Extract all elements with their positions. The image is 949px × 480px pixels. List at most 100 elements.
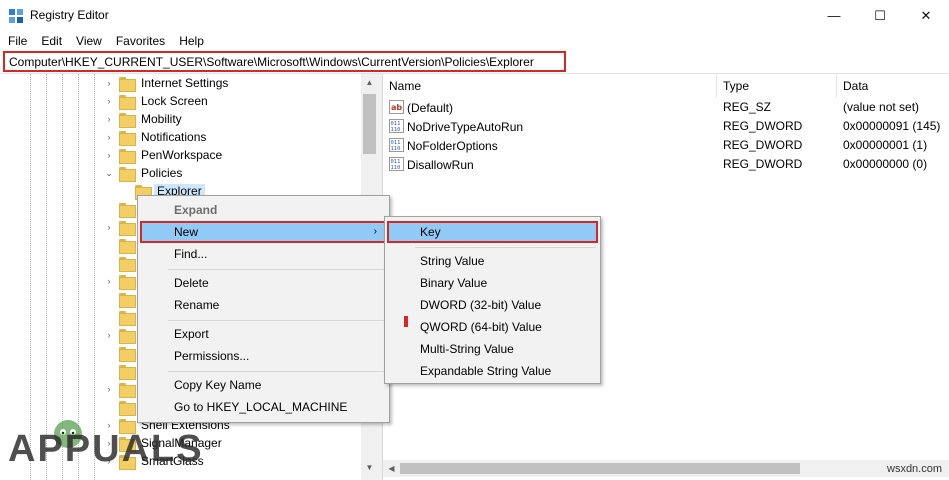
chevron-right-icon[interactable]: › [104,330,114,340]
watermark-logo-text: APPUALS [8,428,204,470]
window-title: Registry Editor [30,8,109,22]
folder-icon [119,130,136,146]
value-data: 0x00000091 (145) [843,119,941,133]
value-type: REG_DWORD [723,138,803,152]
chevron-right-icon[interactable]: › [104,276,114,286]
folder-icon [119,256,136,272]
scroll-left-arrow-icon[interactable]: ◀ [383,460,400,477]
column-header-type[interactable]: Type [717,74,837,98]
menu-item-expand[interactable]: Expand [140,199,387,221]
menu-item-new[interactable]: New › [140,221,387,243]
list-row[interactable]: ab (Default) REG_SZ (value not set) [383,98,949,117]
tree-item-hidden[interactable] [104,362,138,380]
tree-item-hidden[interactable] [104,308,138,326]
submenu-item-binary-value[interactable]: Binary Value [387,272,598,294]
tree-item-mobility[interactable]: › Mobility [104,110,185,128]
folder-icon [119,238,136,254]
folder-icon [119,112,136,128]
folder-icon [119,292,136,308]
scrollbar-thumb[interactable] [363,94,376,154]
menu-item-delete[interactable]: Delete [140,272,387,294]
tree-item-policies[interactable]: ⌄ Policies [104,164,185,182]
submenu-item-string-value[interactable]: String Value [387,250,598,272]
value-type: REG_DWORD [723,157,803,171]
watermark-site-text: wsxdn.com [887,463,943,475]
list-row[interactable]: 011 110 DisallowRun REG_DWORD 0x00000000… [383,155,949,174]
tree-item-hidden[interactable]: › [104,326,138,344]
folder-icon [119,328,136,344]
tree-item-hidden[interactable]: › [104,272,138,290]
submenu-item-multi-string-value[interactable]: Multi-String Value [387,338,598,360]
menu-separator [415,247,596,248]
value-data: 0x00000001 (1) [843,138,928,152]
address-bar[interactable]: Computer\HKEY_CURRENT_USER\Software\Micr… [3,51,566,72]
column-header-name[interactable]: Name [383,74,717,98]
menu-edit[interactable]: Edit [35,34,68,48]
tree-item-hidden[interactable] [104,344,138,362]
chevron-right-icon[interactable]: › [104,132,114,142]
tree-item-penworkspace[interactable]: › PenWorkspace [104,146,225,164]
tree-item-label: Lock Screen [141,94,208,108]
annotation-mark [404,316,408,327]
menu-item-label: New [174,225,199,239]
tree-item-label: Internet Settings [141,76,229,90]
value-type: REG_SZ [723,100,772,114]
tree-item-label: Policies [141,166,183,180]
tree-item-hidden[interactable] [104,236,138,254]
tree-item-internet-settings[interactable]: › Internet Settings [104,74,231,92]
tree-item-hidden[interactable] [104,200,138,218]
svg-text:110: 110 [391,127,401,133]
value-name-cell: ab (Default) [389,100,453,115]
chevron-right-icon[interactable]: › [104,78,114,88]
list-row[interactable]: 011 110 NoFolderOptions REG_DWORD 0x0000… [383,136,949,155]
svg-text:110: 110 [391,165,401,171]
menu-separator [168,371,385,372]
folder-icon [119,76,136,92]
value-name: DisallowRun [407,158,474,172]
chevron-right-icon[interactable]: › [104,150,114,160]
value-data: 0x00000000 (0) [843,157,928,171]
chevron-right-icon[interactable]: › [104,96,114,106]
tree-item-lock-screen[interactable]: › Lock Screen [104,92,211,110]
close-button[interactable]: ✕ [903,0,949,31]
chevron-right-icon[interactable]: › [104,384,114,394]
chevron-right-icon[interactable]: › [104,114,114,124]
context-menu: Expand New › Find... Delete Rename Expor… [137,195,390,423]
submenu-item-expandable-string-value[interactable]: Expandable String Value [387,360,598,382]
maximize-button[interactable]: ☐ [857,0,903,31]
binary-value-icon: 011 110 [389,119,404,133]
binary-value-icon: 011 110 [389,157,404,171]
list-row[interactable]: 011 110 NoDriveTypeAutoRun REG_DWORD 0x0… [383,117,949,136]
submenu-item-dword-value[interactable]: DWORD (32-bit) Value [387,294,598,316]
tree-item-notifications[interactable]: › Notifications [104,128,209,146]
menu-bar: File Edit View Favorites Help [0,31,949,51]
submenu-item-key[interactable]: Key [387,221,598,243]
submenu-item-qword-value[interactable]: QWORD (64-bit) Value [387,316,598,338]
minimize-button[interactable]: — [811,0,857,31]
scrollbar-thumb[interactable] [400,463,800,474]
scroll-down-arrow-icon[interactable]: ▼ [361,459,378,476]
menu-item-copy-key-name[interactable]: Copy Key Name [140,374,387,396]
menu-item-permissions[interactable]: Permissions... [140,345,387,367]
menu-help[interactable]: Help [173,34,210,48]
new-submenu: Key String Value Binary Value DWORD (32-… [384,216,601,384]
tree-item-hidden[interactable] [104,254,138,272]
menu-item-export[interactable]: Export [140,323,387,345]
chevron-right-icon[interactable]: › [104,222,114,232]
column-header-data[interactable]: Data [837,74,949,98]
value-name: NoDriveTypeAutoRun [407,120,524,134]
tree-item-hidden[interactable]: › [104,380,138,398]
list-horizontal-scrollbar[interactable]: ◀ [383,460,949,477]
menu-separator [168,269,385,270]
menu-file[interactable]: File [2,34,33,48]
value-name-cell: 011 110 NoDriveTypeAutoRun [389,119,523,134]
chevron-down-icon[interactable]: ⌄ [104,168,114,179]
svg-text:110: 110 [391,146,401,152]
menu-item-rename[interactable]: Rename [140,294,387,316]
menu-view[interactable]: View [70,34,108,48]
menu-item-find[interactable]: Find... [140,243,387,265]
tree-item-hidden[interactable] [104,290,138,308]
menu-favorites[interactable]: Favorites [110,34,171,48]
tree-item-hidden[interactable]: › [104,218,138,236]
scroll-up-arrow-icon[interactable]: ▲ [361,74,378,91]
